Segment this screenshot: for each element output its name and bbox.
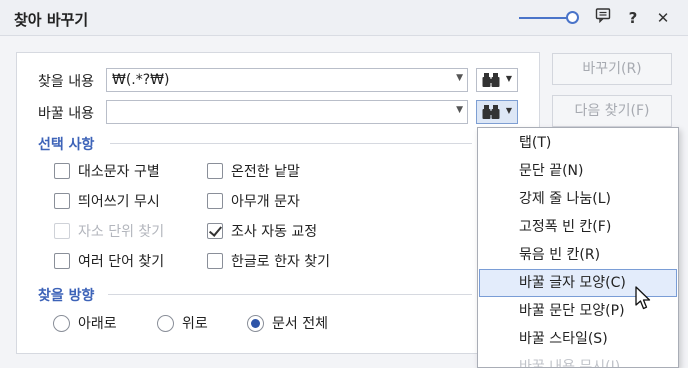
menu-item-line-break[interactable]: 강제 줄 나눔(L): [479, 185, 677, 213]
checkbox-box[interactable]: [54, 193, 70, 209]
divider: [110, 143, 472, 144]
binoculars-icon: [482, 104, 502, 124]
radio-circle[interactable]: [53, 314, 70, 332]
replace-combobox[interactable]: ▼: [106, 100, 468, 124]
close-icon[interactable]: ✕: [652, 7, 674, 29]
checkbox-label: 아무개 문자: [231, 194, 300, 210]
checkbox-label: 띄어쓰기 무시: [78, 194, 160, 210]
menu-item-ignore-content[interactable]: 바꿀 내용 무시(I): [479, 353, 677, 367]
help-icon[interactable]: ?: [622, 7, 644, 29]
find-next-button[interactable]: 다음 찾기(F): [552, 95, 672, 127]
menu-item-fixed-space[interactable]: 고정폭 빈 칸(F): [479, 213, 677, 241]
mouse-cursor-icon: [635, 286, 653, 316]
checkbox-multi-word[interactable]: 여러 단어 찾기: [54, 251, 164, 271]
checkbox-wildcard[interactable]: 아무개 문자: [207, 191, 300, 211]
chevron-down-icon[interactable]: ▼: [456, 105, 463, 115]
find-value[interactable]: ₩(.*?₩): [112, 72, 170, 88]
menu-item-replace-style[interactable]: 바꿀 스타일(S): [479, 325, 677, 353]
transparency-slider-knob[interactable]: [566, 11, 579, 24]
checkbox-particle-correction[interactable]: 조사 자동 교정: [207, 221, 317, 241]
radio-circle[interactable]: [247, 314, 264, 332]
radio-label: 아래로: [78, 316, 117, 332]
binoculars-icon: [482, 72, 502, 92]
checkbox-case-sensitive[interactable]: 대소문자 구별: [54, 161, 160, 181]
checkbox-label: 자소 단위 찾기: [78, 224, 165, 240]
replace-button[interactable]: 바꾸기(R): [552, 53, 672, 85]
chevron-down-icon: ▼: [505, 74, 512, 83]
find-combobox[interactable]: ₩(.*?₩) ▼: [106, 68, 468, 92]
radio-label: 문서 전체: [272, 316, 328, 332]
menu-item-tab[interactable]: 탭(T): [479, 129, 677, 157]
checkbox-label: 대소문자 구별: [78, 164, 160, 180]
checkbox-box[interactable]: [207, 253, 223, 269]
checkbox-box[interactable]: [207, 193, 223, 209]
options-section-title: 선택 사항: [38, 137, 95, 153]
radio-circle[interactable]: [157, 314, 174, 332]
direction-section-title: 찾을 방향: [38, 288, 95, 304]
special-char-menu: 탭(T) 문단 끝(N) 강제 줄 나눔(L) 고정폭 빈 칸(F) 묶음 빈 …: [477, 127, 679, 368]
replace-special-button[interactable]: ▼: [476, 100, 518, 124]
checkbox-box[interactable]: [207, 223, 223, 239]
radio-label: 위로: [182, 316, 208, 332]
checkbox-whole-word[interactable]: 온전한 낱말: [207, 161, 300, 181]
radio-whole-document[interactable]: 문서 전체: [247, 313, 328, 333]
radio-down[interactable]: 아래로: [53, 313, 117, 333]
menu-item-paragraph-end[interactable]: 문단 끝(N): [479, 157, 677, 185]
checkbox-box: [54, 223, 70, 239]
checkbox-box[interactable]: [54, 163, 70, 179]
chevron-down-icon[interactable]: ▼: [456, 73, 463, 83]
checkbox-jamo-search: 자소 단위 찾기: [54, 221, 164, 241]
checkbox-label: 여러 단어 찾기: [78, 254, 165, 270]
checkbox-label: 한글로 한자 찾기: [231, 254, 331, 270]
divider: [108, 294, 472, 295]
find-special-button[interactable]: ▼: [476, 68, 518, 92]
checkbox-ignore-spacing[interactable]: 띄어쓰기 무시: [54, 191, 160, 211]
find-label: 찾을 내용: [38, 74, 94, 90]
checkbox-label: 온전한 낱말: [231, 164, 300, 180]
radio-up[interactable]: 위로: [157, 313, 208, 333]
transparency-slider-track[interactable]: [519, 17, 573, 19]
checkbox-hangul-hanja[interactable]: 한글로 한자 찾기: [207, 251, 330, 271]
checkbox-box[interactable]: [207, 163, 223, 179]
chevron-down-icon: ▼: [505, 106, 512, 115]
checkbox-box[interactable]: [54, 253, 70, 269]
comment-icon[interactable]: [592, 7, 614, 29]
replace-label: 바꿀 내용: [38, 106, 94, 122]
title-bar: 찾아 바꾸기 ? ✕: [0, 0, 688, 36]
menu-item-bound-space[interactable]: 묶음 빈 칸(R): [479, 241, 677, 269]
checkbox-label: 조사 자동 교정: [231, 224, 318, 240]
dialog-title: 찾아 바꾸기: [14, 11, 89, 29]
